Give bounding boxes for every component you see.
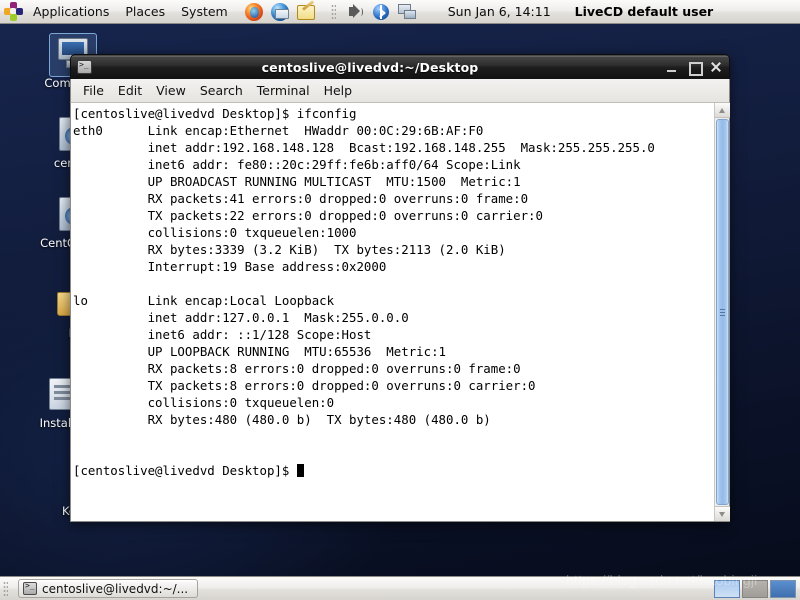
terminal-icon bbox=[23, 581, 37, 595]
menu-places[interactable]: Places bbox=[118, 2, 172, 21]
workspace-3[interactable] bbox=[770, 579, 796, 598]
terminal-titlebar[interactable]: centoslive@livedvd:~/Desktop bbox=[70, 54, 730, 79]
terminal-line: inet6 addr: fe80::20c:29ff:fe6b:aff0/64 … bbox=[73, 157, 521, 172]
maximize-button[interactable] bbox=[685, 58, 703, 76]
terminal-body[interactable]: [centoslive@livedvd Desktop]$ ifconfig et… bbox=[70, 103, 730, 522]
network-icon[interactable] bbox=[397, 2, 417, 22]
terminal-line: inet addr:192.168.148.128 Bcast:192.168.… bbox=[73, 140, 655, 155]
menu-search[interactable]: Search bbox=[193, 80, 250, 101]
thunderbird-icon[interactable] bbox=[270, 2, 290, 22]
terminal-line: lo Link encap:Local Loopback bbox=[73, 293, 350, 308]
user-label[interactable]: LiveCD default user bbox=[571, 4, 722, 19]
bottom-panel: centoslive@livedvd:~/... bbox=[0, 576, 800, 600]
terminal-prompt-line: [centoslive@livedvd Desktop]$ bbox=[73, 462, 714, 479]
terminal-icon bbox=[77, 60, 92, 74]
terminal-line: Interrupt:19 Base address:0x2000 bbox=[73, 259, 394, 274]
text-editor-icon[interactable] bbox=[296, 2, 316, 22]
top-panel: Applications Places System Sun Jan 6, 14… bbox=[0, 0, 800, 24]
firefox-icon[interactable] bbox=[244, 2, 264, 22]
terminal-line: [centoslive@livedvd Desktop]$ ifconfig bbox=[73, 106, 357, 121]
workspace-2[interactable] bbox=[742, 579, 768, 598]
workspace-1[interactable] bbox=[714, 579, 740, 598]
terminal-line: RX packets:8 errors:0 dropped:0 overruns… bbox=[73, 361, 521, 376]
terminal-line: TX packets:22 errors:0 dropped:0 overrun… bbox=[73, 208, 543, 223]
taskbar-button-terminal[interactable]: centoslive@livedvd:~/... bbox=[18, 579, 199, 598]
terminal-line: collisions:0 txqueuelen:1000 bbox=[73, 225, 364, 240]
terminal-line: inet6 addr: ::1/128 Scope:Host bbox=[73, 327, 372, 342]
panel-separator[interactable] bbox=[3, 580, 8, 597]
terminal-line: UP BROADCAST RUNNING MULTICAST MTU:1500 … bbox=[73, 174, 521, 189]
scrollbar-thumb[interactable] bbox=[715, 119, 729, 505]
terminal-output[interactable]: [centoslive@livedvd Desktop]$ ifconfig et… bbox=[71, 103, 714, 521]
terminal-line: RX bytes:480 (480.0 b) TX bytes:480 (480… bbox=[73, 412, 491, 427]
menu-edit[interactable]: Edit bbox=[111, 80, 149, 101]
terminal-line: RX packets:41 errors:0 dropped:0 overrun… bbox=[73, 191, 529, 206]
terminal-line: TX packets:8 errors:0 dropped:0 overruns… bbox=[73, 378, 536, 393]
terminal-line: inet addr:127.0.0.1 Mask:255.0.0.0 bbox=[73, 310, 409, 325]
close-button[interactable] bbox=[707, 58, 725, 76]
workspace-switcher[interactable] bbox=[712, 579, 796, 598]
minimize-button[interactable] bbox=[663, 58, 681, 76]
scroll-up-icon[interactable] bbox=[714, 103, 730, 118]
menu-system[interactable]: System bbox=[174, 2, 235, 21]
menu-terminal[interactable]: Terminal bbox=[250, 80, 317, 101]
scroll-down-icon[interactable] bbox=[714, 506, 730, 521]
menu-applications[interactable]: Applications bbox=[26, 2, 116, 21]
menu-file[interactable]: File bbox=[76, 80, 111, 101]
menu-help[interactable]: Help bbox=[317, 80, 360, 101]
bluetooth-icon[interactable] bbox=[371, 2, 391, 22]
terminal-prompt: [centoslive@livedvd Desktop]$ bbox=[73, 463, 297, 478]
terminal-title: centoslive@livedvd:~/Desktop bbox=[261, 59, 479, 75]
taskbar-button-label: centoslive@livedvd:~/... bbox=[42, 581, 189, 596]
terminal-line: collisions:0 txqueuelen:0 bbox=[73, 395, 342, 410]
centos-logo-icon[interactable] bbox=[4, 2, 23, 21]
terminal-line: eth0 Link encap:Ethernet HWaddr 00:0C:29… bbox=[73, 123, 499, 138]
clock[interactable]: Sun Jan 6, 14:11 bbox=[442, 4, 557, 19]
terminal-cursor bbox=[296, 464, 304, 477]
terminal-line: UP LOOPBACK RUNNING MTU:65536 Metric:1 bbox=[73, 344, 446, 359]
terminal-menubar: File Edit View Search Terminal Help bbox=[70, 79, 730, 103]
terminal-line: RX bytes:3339 (3.2 KiB) TX bytes:2113 (2… bbox=[73, 242, 506, 257]
menu-view[interactable]: View bbox=[149, 80, 193, 101]
terminal-scrollbar[interactable] bbox=[714, 103, 730, 521]
panel-separator[interactable] bbox=[330, 3, 336, 20]
volume-icon[interactable] bbox=[345, 2, 365, 22]
terminal-window[interactable]: centoslive@livedvd:~/Desktop File Edit V… bbox=[70, 54, 730, 522]
